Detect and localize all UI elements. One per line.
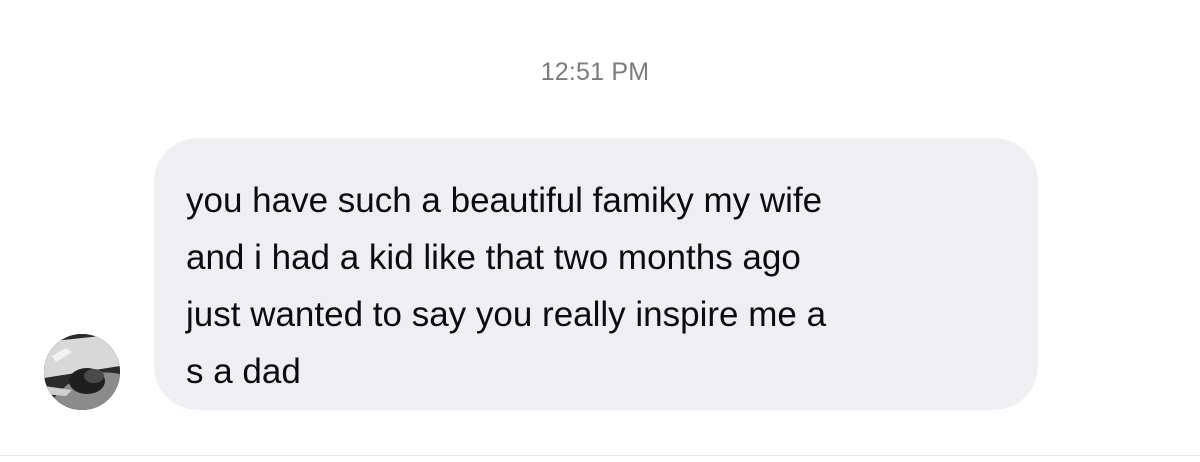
message-line: s a dad	[186, 352, 301, 391]
sender-avatar[interactable]	[44, 334, 120, 410]
message-line: and i had a kid like that two months ago	[186, 238, 801, 277]
bottom-divider	[0, 455, 1200, 456]
message-timestamp: 12:51 PM	[540, 58, 650, 86]
message-text: you have such a beautiful famiky my wife…	[186, 172, 1016, 400]
conversation-thread: 12:51 PM you have such a beautiful famik…	[0, 0, 1200, 462]
message-line: just wanted to say you really inspire me…	[186, 295, 827, 334]
message-bubble[interactable]: you have such a beautiful famiky my wife…	[154, 138, 1038, 410]
message-line: you have such a beautiful famiky my wife	[186, 181, 823, 220]
profile-photo-avatar-icon	[44, 334, 120, 410]
